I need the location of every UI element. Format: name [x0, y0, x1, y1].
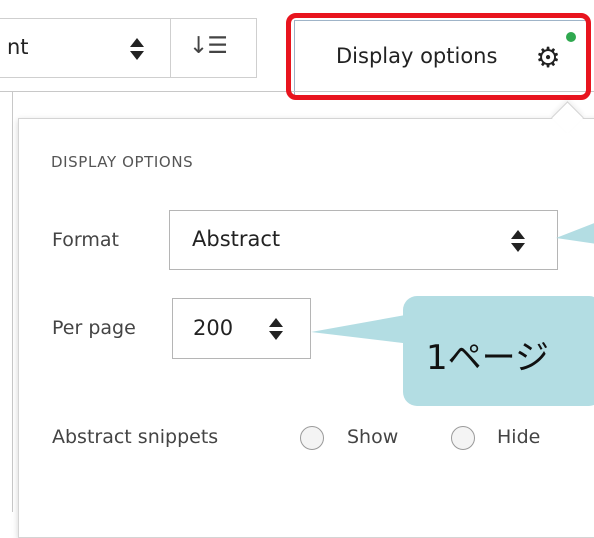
hide-snippets-radio[interactable] — [451, 426, 475, 450]
select-arrows-icon — [130, 38, 144, 60]
toolbar-divider — [0, 91, 594, 92]
abstract-snippets-label: Abstract snippets — [52, 426, 219, 448]
per-page-callout: 1ページ — [403, 296, 594, 406]
sort-by-select[interactable]: nt — [0, 18, 171, 78]
format-label: Format — [52, 229, 119, 251]
per-page-label: Per page — [52, 317, 136, 339]
show-snippets-label[interactable]: Show — [347, 426, 398, 448]
sort-by-value: nt — [7, 35, 29, 59]
select-arrows-icon — [269, 318, 283, 340]
panel-title: DISPLAY OPTIONS — [51, 153, 194, 171]
callout-text: 1ページ — [426, 338, 549, 378]
sort-order-button[interactable]: ↓☰ — [170, 18, 257, 78]
gear-icon: ⚙ — [535, 41, 561, 74]
select-arrows-icon — [511, 230, 525, 252]
per-page-select[interactable]: 200 — [172, 298, 311, 359]
per-page-value: 200 — [193, 316, 234, 340]
show-snippets-radio[interactable] — [300, 426, 324, 450]
hide-snippets-label[interactable]: Hide — [497, 426, 540, 448]
display-options-button[interactable]: Display options ⚙ — [294, 20, 588, 96]
format-select[interactable]: Abstract — [169, 210, 558, 270]
results-toolbar: nt ↓☰ Display options ⚙ — [0, 0, 594, 96]
sort-descending-icon: ↓☰ — [189, 33, 228, 59]
format-value: Abstract — [192, 227, 281, 251]
display-options-label: Display options — [336, 44, 498, 68]
active-indicator-dot — [566, 32, 576, 42]
page-edge — [0, 92, 13, 512]
